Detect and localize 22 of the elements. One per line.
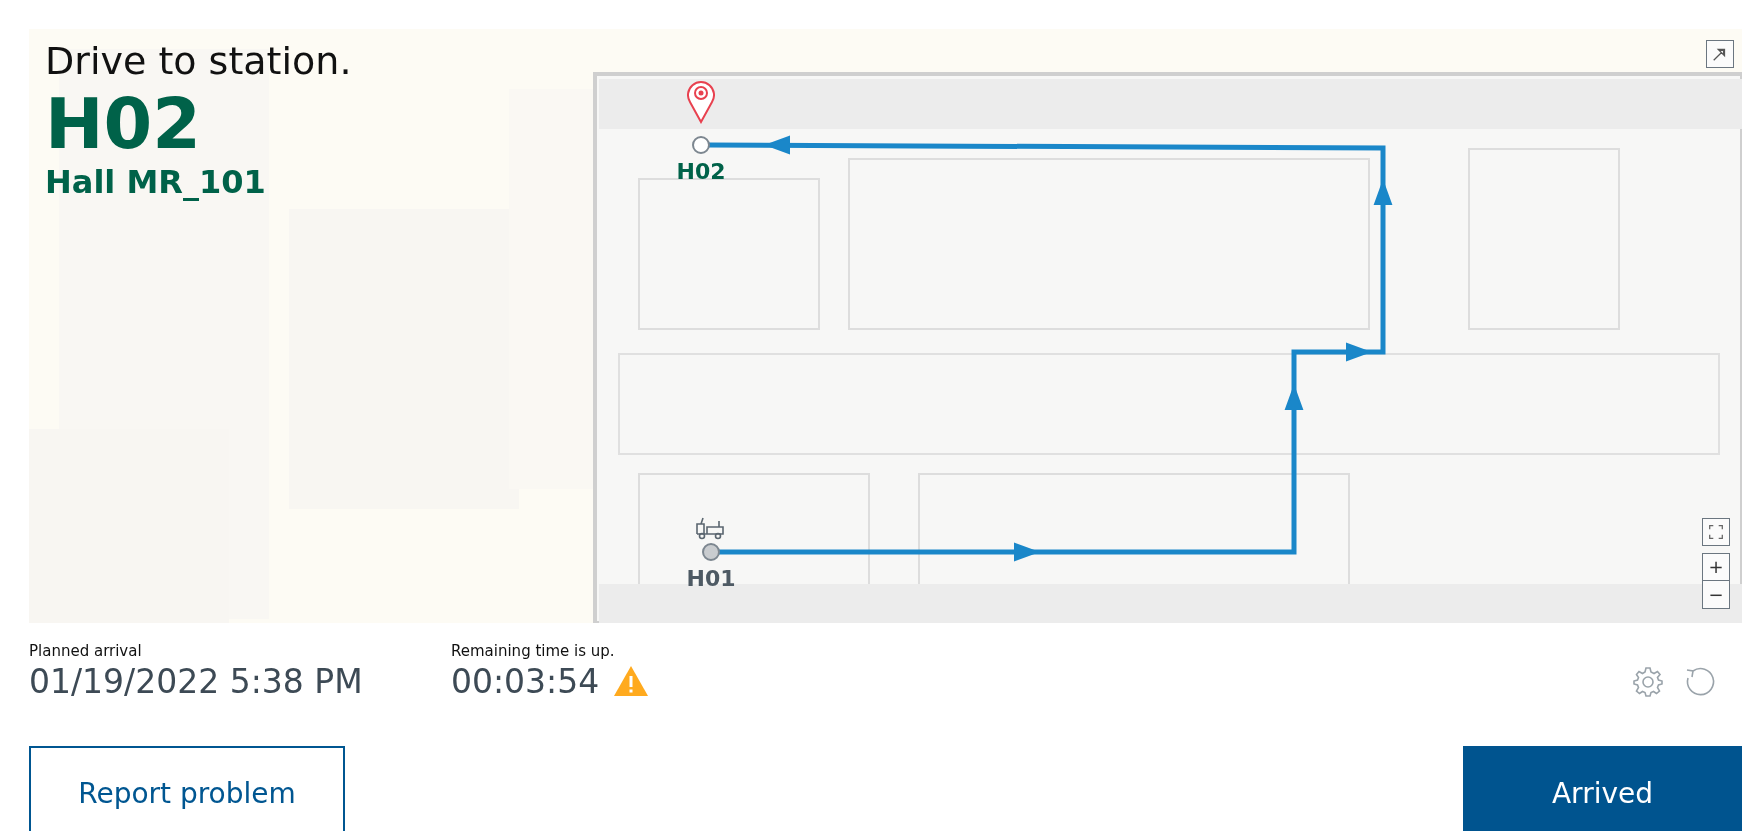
station-marker[interactable] [702, 543, 720, 561]
arrived-button[interactable]: Arrived [1463, 746, 1742, 831]
popout-button[interactable] [1706, 40, 1734, 68]
station-title: H02 [45, 86, 202, 164]
station-label: H02 [676, 159, 726, 184]
remaining-time-label: Remaining time is up. [451, 642, 616, 662]
instruction-text: Drive to station. [45, 38, 352, 85]
planned-arrival-value: 01/19/2022 5:38 PM [29, 661, 364, 702]
fit-view-button[interactable] [1702, 518, 1730, 546]
location-pin-icon [687, 80, 715, 124]
planned-arrival-label: Planned arrival [29, 642, 143, 662]
remaining-time-value: 00:03:54 [451, 661, 600, 702]
zoom-in-button[interactable]: + [1702, 553, 1730, 581]
settings-icon[interactable] [1632, 666, 1664, 698]
report-problem-button[interactable]: Report problem [29, 746, 345, 831]
station-label: H01 [686, 566, 736, 591]
truck-icon [695, 516, 725, 540]
station-marker[interactable] [692, 136, 710, 154]
hall-name: Hall MR_101 [45, 163, 267, 202]
zoom-out-button[interactable]: − [1702, 581, 1730, 609]
fullscreen-icon [1707, 523, 1725, 541]
reset-icon[interactable] [1684, 666, 1716, 698]
